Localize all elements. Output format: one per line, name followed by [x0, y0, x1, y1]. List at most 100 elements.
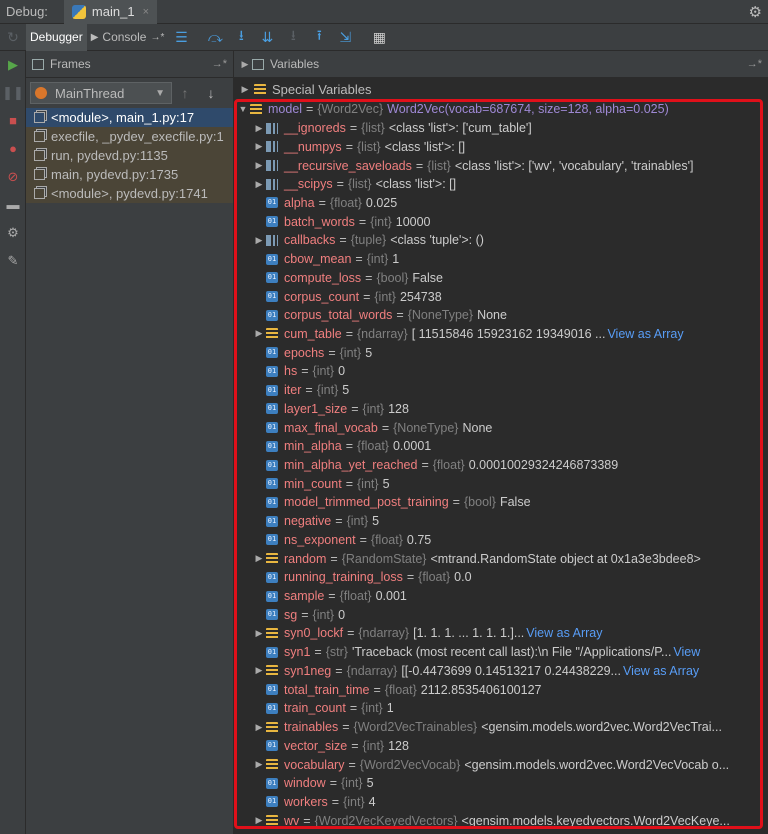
- variable-row[interactable]: ▶01vector_size={int}128: [234, 736, 768, 755]
- collapse-arrow-icon[interactable]: ▼: [236, 104, 250, 114]
- run-to-cursor-icon[interactable]: ⇲: [332, 29, 358, 46]
- stop-icon[interactable]: ■: [0, 107, 26, 135]
- next-frame-icon[interactable]: ↓: [198, 85, 224, 101]
- variable-type: {int}: [346, 514, 369, 529]
- tab-debugger[interactable]: Debugger: [26, 23, 87, 51]
- tab-console[interactable]: ▶ Console →*: [87, 24, 169, 51]
- variable-row[interactable]: ▶ cum_table = {ndarray}[ 11515846 15923162 …: [234, 325, 768, 344]
- frame-item[interactable]: execfile, _pydev_execfile.py:1: [26, 127, 233, 146]
- expand-arrow-icon[interactable]: ▶: [252, 123, 266, 134]
- frame-item[interactable]: <module>, pydevd.py:1741: [26, 184, 233, 203]
- variable-row[interactable]: ▶01hs={int}0: [234, 362, 768, 381]
- frame-item[interactable]: main, pydevd.py:1735: [26, 165, 233, 184]
- expand-arrow-icon[interactable]: ▶: [252, 235, 266, 246]
- step-out-icon[interactable]: ⭱: [306, 25, 332, 49]
- expand-arrow-icon[interactable]: ▶: [252, 759, 266, 770]
- variable-type: {list}: [347, 177, 372, 192]
- pause-icon[interactable]: ❚❚: [0, 79, 26, 107]
- view-as-array-link[interactable]: View as Array: [623, 664, 699, 678]
- frame-item[interactable]: <module>, main_1.py:17: [26, 108, 233, 127]
- variable-value: 0.0: [454, 570, 472, 585]
- variable-row[interactable]: ▶01corpus_count={int}254738: [234, 287, 768, 306]
- step-into-my-code-icon[interactable]: ⇊: [254, 29, 280, 46]
- variable-row[interactable]: ▶01syn1={str}'Traceback (most recent cal…: [234, 643, 768, 662]
- variable-row[interactable]: ▶01model_trimmed_post_training={bool}Fal…: [234, 493, 768, 512]
- expand-arrow-icon[interactable]: ▶: [252, 815, 266, 826]
- variable-row[interactable]: ▶01iter={int}5: [234, 381, 768, 400]
- variable-name: workers: [284, 794, 328, 809]
- variable-row[interactable]: ▶ wv = {Word2VecKeyedVectors} <gensim.models…: [234, 811, 768, 830]
- variables-pin-icon[interactable]: →*: [747, 58, 762, 70]
- variable-value: <gensim.models.word2vec.Word2VecVocab o.…: [464, 757, 730, 772]
- gear-icon[interactable]: ⚙: [749, 3, 762, 21]
- resume-icon[interactable]: ▶: [0, 51, 26, 79]
- variable-row[interactable]: ▶ syn1neg = {ndarray} [[-0.4473699 0.1451321…: [234, 662, 768, 681]
- expand-arrow-icon[interactable]: ▶: [252, 553, 266, 564]
- variable-row[interactable]: ▶01train_count={int}1: [234, 699, 768, 718]
- variable-row[interactable]: ▶ random = {RandomState} <mtrand.RandomState…: [234, 549, 768, 568]
- expand-arrow-icon[interactable]: ▶: [252, 160, 266, 171]
- expand-arrow-icon[interactable]: ▶: [252, 179, 266, 190]
- variable-name: alpha: [284, 195, 315, 210]
- variable-row[interactable]: ▶01window={int}5: [234, 774, 768, 793]
- variable-row[interactable]: ▶01ns_exponent={float}0.75: [234, 531, 768, 550]
- step-into-icon[interactable]: ⭳: [228, 25, 254, 49]
- close-tab-icon[interactable]: ×: [143, 6, 149, 18]
- variable-row[interactable]: ▶ __scipys = {list} <class 'list'>: []: [234, 175, 768, 194]
- expand-arrow-icon[interactable]: ▶: [238, 84, 252, 95]
- variable-row[interactable]: ▶01sample={float}0.001: [234, 587, 768, 606]
- view-as-array-link[interactable]: View: [673, 645, 700, 659]
- variable-row-model[interactable]: ▼ model = {Word2Vec} Word2Vec(vocab=687674, …: [234, 100, 768, 119]
- variable-row[interactable]: ▶01negative={int}5: [234, 512, 768, 531]
- frame-item[interactable]: run, pydevd.py:1135: [26, 146, 233, 165]
- variable-row[interactable]: ▶01total_train_time={float}2112.85354061…: [234, 680, 768, 699]
- step-over-icon[interactable]: ⤼: [202, 29, 228, 46]
- variable-row[interactable]: ▶01min_alpha_yet_reached={float}0.000100…: [234, 456, 768, 475]
- special-variables-row[interactable]: ▶ Special Variables: [234, 78, 768, 100]
- mute-breakpoints-icon[interactable]: ⊘: [0, 163, 26, 191]
- variable-row[interactable]: ▶01cbow_mean={int}1: [234, 250, 768, 269]
- variable-row[interactable]: ▶01running_training_loss={float}0.0: [234, 568, 768, 587]
- variable-row[interactable]: ▶ __recursive_saveloads = {list} <class 'lis…: [234, 156, 768, 175]
- expand-arrow-icon[interactable]: ▶: [252, 722, 266, 733]
- variable-row[interactable]: ▶01max_final_vocab={NoneType}None: [234, 418, 768, 437]
- force-step-into-icon[interactable]: ⭳: [280, 25, 306, 49]
- variable-row[interactable]: ▶ callbacks = {tuple} <class 'tuple'>: (): [234, 231, 768, 250]
- variable-row[interactable]: ▶ __numpys = {list} <class 'list'>: []: [234, 137, 768, 156]
- variable-value: 0.75: [406, 532, 432, 547]
- view-as-array-link[interactable]: View as Array: [526, 626, 602, 640]
- evaluate-expression-icon[interactable]: ▦: [366, 29, 392, 46]
- variable-row[interactable]: ▶01epochs={int}5: [234, 343, 768, 362]
- pin-tab-icon[interactable]: ✎: [0, 247, 26, 275]
- rerun-icon[interactable]: ↻: [0, 29, 26, 46]
- variable-row[interactable]: ▶ trainables = {Word2VecTrainables} <gensim.…: [234, 718, 768, 737]
- layout-icon[interactable]: ▬: [0, 191, 26, 219]
- variable-value: 0.00010029324246873389: [468, 458, 619, 473]
- expand-arrow-icon[interactable]: ▶: [252, 141, 266, 152]
- variable-row[interactable]: ▶01batch_words={int}10000: [234, 212, 768, 231]
- run-config-tab[interactable]: main_1 ×: [63, 0, 157, 24]
- variable-row[interactable]: ▶ syn0_lockf = {ndarray} [1. 1. 1. ... 1. 1.…: [234, 624, 768, 643]
- variable-row[interactable]: ▶01workers={int}4: [234, 793, 768, 812]
- frames-pin-icon[interactable]: →*: [212, 58, 227, 70]
- variable-row[interactable]: ▶01compute_loss={bool}False: [234, 268, 768, 287]
- expand-arrow-icon[interactable]: ▶: [252, 628, 266, 639]
- variable-row[interactable]: ▶01min_count={int}5: [234, 474, 768, 493]
- expand-arrow-icon[interactable]: ▶: [252, 328, 266, 339]
- variable-value: 5: [382, 476, 390, 491]
- expand-arrow-icon[interactable]: ▶: [252, 665, 266, 676]
- variable-row[interactable]: ▶01layer1_size={int}128: [234, 400, 768, 419]
- variable-row[interactable]: ▶ __ignoreds = {list} <class 'list'>: ['cum_…: [234, 119, 768, 138]
- view-breakpoints-icon[interactable]: ●: [0, 135, 26, 163]
- variable-row[interactable]: ▶01sg={int}0: [234, 605, 768, 624]
- variable-row[interactable]: ▶01min_alpha={float}0.0001: [234, 437, 768, 456]
- thread-selector[interactable]: MainThread ▼: [30, 82, 172, 104]
- variable-row[interactable]: ▶01alpha={float}0.025: [234, 194, 768, 213]
- view-as-array-link[interactable]: View as Array: [607, 327, 683, 341]
- settings-icon[interactable]: ⚙: [0, 219, 26, 247]
- previous-frame-icon[interactable]: ↑: [172, 85, 198, 101]
- variable-value: 0.025: [365, 195, 398, 210]
- show-execution-point-icon[interactable]: ☰: [168, 29, 194, 46]
- variable-row[interactable]: ▶ vocabulary = {Word2VecVocab} <gensim.model…: [234, 755, 768, 774]
- variable-row[interactable]: ▶01corpus_total_words={NoneType}None: [234, 306, 768, 325]
